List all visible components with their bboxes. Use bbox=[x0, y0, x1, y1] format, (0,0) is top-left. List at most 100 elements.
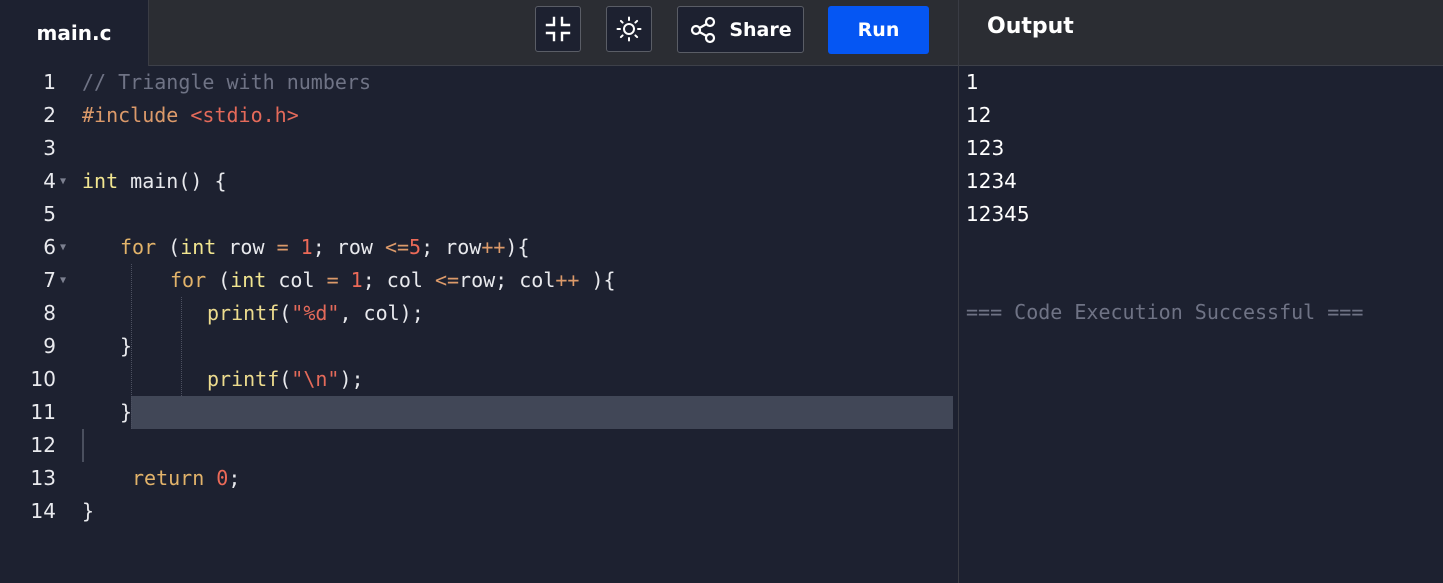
code-token: 1 bbox=[300, 235, 313, 259]
code-token: } bbox=[120, 400, 133, 424]
collapse-icon bbox=[545, 16, 571, 42]
line-number: 5 bbox=[43, 202, 56, 226]
code-token: col bbox=[266, 268, 327, 292]
code-text: } bbox=[82, 495, 94, 528]
output-line: 1234 bbox=[966, 169, 1017, 193]
code-token: row; col bbox=[459, 268, 556, 292]
code-token: for bbox=[170, 268, 207, 292]
code-text: for (int row = 1; row <=5; row++){ bbox=[120, 231, 530, 264]
line-number: 6 bbox=[43, 235, 56, 259]
fullscreen-toggle-button[interactable] bbox=[535, 6, 581, 52]
code-token: ); bbox=[339, 367, 364, 391]
code-token: "%d" bbox=[291, 301, 340, 325]
code-line[interactable]: 5 bbox=[0, 198, 958, 231]
code-line[interactable]: 8 printf("%d", col); bbox=[0, 297, 958, 330]
fold-arrow-icon[interactable]: ▼ bbox=[60, 165, 66, 198]
code-token: #include bbox=[82, 103, 191, 127]
code-token: ( bbox=[279, 301, 292, 325]
code-line[interactable]: 4 ▼ int main() { bbox=[0, 165, 958, 198]
code-token: , col); bbox=[339, 301, 424, 325]
code-text: } bbox=[120, 330, 132, 363]
code-line[interactable]: 6 ▼ for (int row = 1; row <=5; row++){ bbox=[0, 231, 958, 264]
code-token: // Triangle with numbers bbox=[82, 70, 371, 94]
code-line[interactable]: 11} bbox=[0, 396, 958, 429]
fold-arrow-icon[interactable]: ▼ bbox=[60, 231, 66, 264]
line-number: 2 bbox=[43, 103, 56, 127]
code-line[interactable]: 2 #include <stdio.h> bbox=[0, 99, 958, 132]
code-token: main() { bbox=[118, 169, 227, 193]
code-text: #include <stdio.h> bbox=[82, 99, 299, 132]
code-token: ++ bbox=[555, 268, 580, 292]
code-token: = bbox=[276, 235, 289, 259]
code-line[interactable]: 3 bbox=[0, 132, 958, 165]
code-token: ){ bbox=[505, 235, 530, 259]
code-token: return bbox=[132, 466, 205, 490]
code-token: ){ bbox=[579, 268, 616, 292]
theme-toggle-button[interactable] bbox=[606, 6, 652, 52]
code-token: ( bbox=[206, 268, 231, 292]
code-token: ; col bbox=[362, 268, 435, 292]
code-token: = bbox=[326, 268, 339, 292]
panel-divider[interactable] bbox=[958, 0, 959, 583]
code-text: printf("\n"); bbox=[207, 363, 364, 396]
output-line: 1 bbox=[966, 70, 979, 94]
share-button[interactable]: Share bbox=[677, 6, 804, 53]
code-token: ++ bbox=[481, 235, 506, 259]
line-number: 3 bbox=[43, 136, 56, 160]
line-number: 8 bbox=[43, 301, 56, 325]
code-token: printf bbox=[207, 301, 280, 325]
code-token: int bbox=[180, 235, 217, 259]
execution-status: === Code Execution Successful === bbox=[966, 300, 1364, 324]
code-token: row bbox=[216, 235, 277, 259]
line-number: 4 bbox=[43, 169, 56, 193]
code-token: printf bbox=[207, 367, 280, 391]
line-number: 11 bbox=[30, 400, 56, 424]
code-token: ( bbox=[279, 367, 292, 391]
line-number: 9 bbox=[43, 334, 56, 358]
share-button-label: Share bbox=[729, 18, 792, 41]
sun-icon bbox=[616, 16, 642, 42]
code-line[interactable]: 14} bbox=[0, 495, 958, 528]
code-line[interactable]: 7 ▼ for (int col = 1; col <=row; col++ ){ bbox=[0, 264, 958, 297]
code-token: <stdio.h> bbox=[190, 103, 299, 127]
code-token: } bbox=[120, 334, 133, 358]
code-line[interactable]: 12 bbox=[0, 429, 958, 462]
code-text: // Triangle with numbers bbox=[82, 66, 371, 99]
line-number: 13 bbox=[30, 466, 56, 490]
code-line[interactable]: 1 // Triangle with numbers bbox=[0, 66, 958, 99]
code-text: int main() { bbox=[82, 165, 227, 198]
code-editor[interactable]: 1 // Triangle with numbers 2 #include <stdi… bbox=[0, 66, 958, 583]
file-tab-main-c[interactable]: main.c bbox=[0, 0, 149, 66]
code-token: "\n" bbox=[291, 367, 340, 391]
share-icon bbox=[691, 16, 716, 43]
code-token: for bbox=[120, 235, 157, 259]
code-line[interactable]: 13 return 0; bbox=[0, 462, 958, 495]
run-button-label: Run bbox=[857, 19, 900, 41]
output-line: 12 bbox=[966, 103, 992, 127]
code-line[interactable]: 9} bbox=[0, 330, 958, 363]
run-button[interactable]: Run bbox=[828, 6, 929, 54]
fold-arrow-icon[interactable]: ▼ bbox=[60, 264, 66, 297]
line-number: 1 bbox=[43, 70, 56, 94]
code-token: 5 bbox=[409, 235, 422, 259]
top-toolbar: main.c Share Run Output bbox=[0, 0, 1443, 66]
code-token: ; row bbox=[312, 235, 385, 259]
line-number: 12 bbox=[30, 433, 56, 457]
code-token: <= bbox=[434, 268, 460, 292]
line-number: 7 bbox=[43, 268, 56, 292]
file-tab-label: main.c bbox=[36, 21, 112, 45]
code-token: int bbox=[230, 268, 267, 292]
code-token: int bbox=[82, 169, 119, 193]
code-token: 0 bbox=[216, 466, 229, 490]
code-text: printf("%d", col); bbox=[207, 297, 424, 330]
code-token: 1 bbox=[350, 268, 363, 292]
code-token: <= bbox=[384, 235, 410, 259]
output-panel-title: Output bbox=[987, 14, 1074, 39]
code-text: for (int col = 1; col <=row; col++ ){ bbox=[170, 264, 616, 297]
code-line[interactable]: 10 printf("\n"); bbox=[0, 363, 958, 396]
output-line: 12345 bbox=[966, 202, 1030, 226]
output-line: 123 bbox=[966, 136, 1005, 160]
